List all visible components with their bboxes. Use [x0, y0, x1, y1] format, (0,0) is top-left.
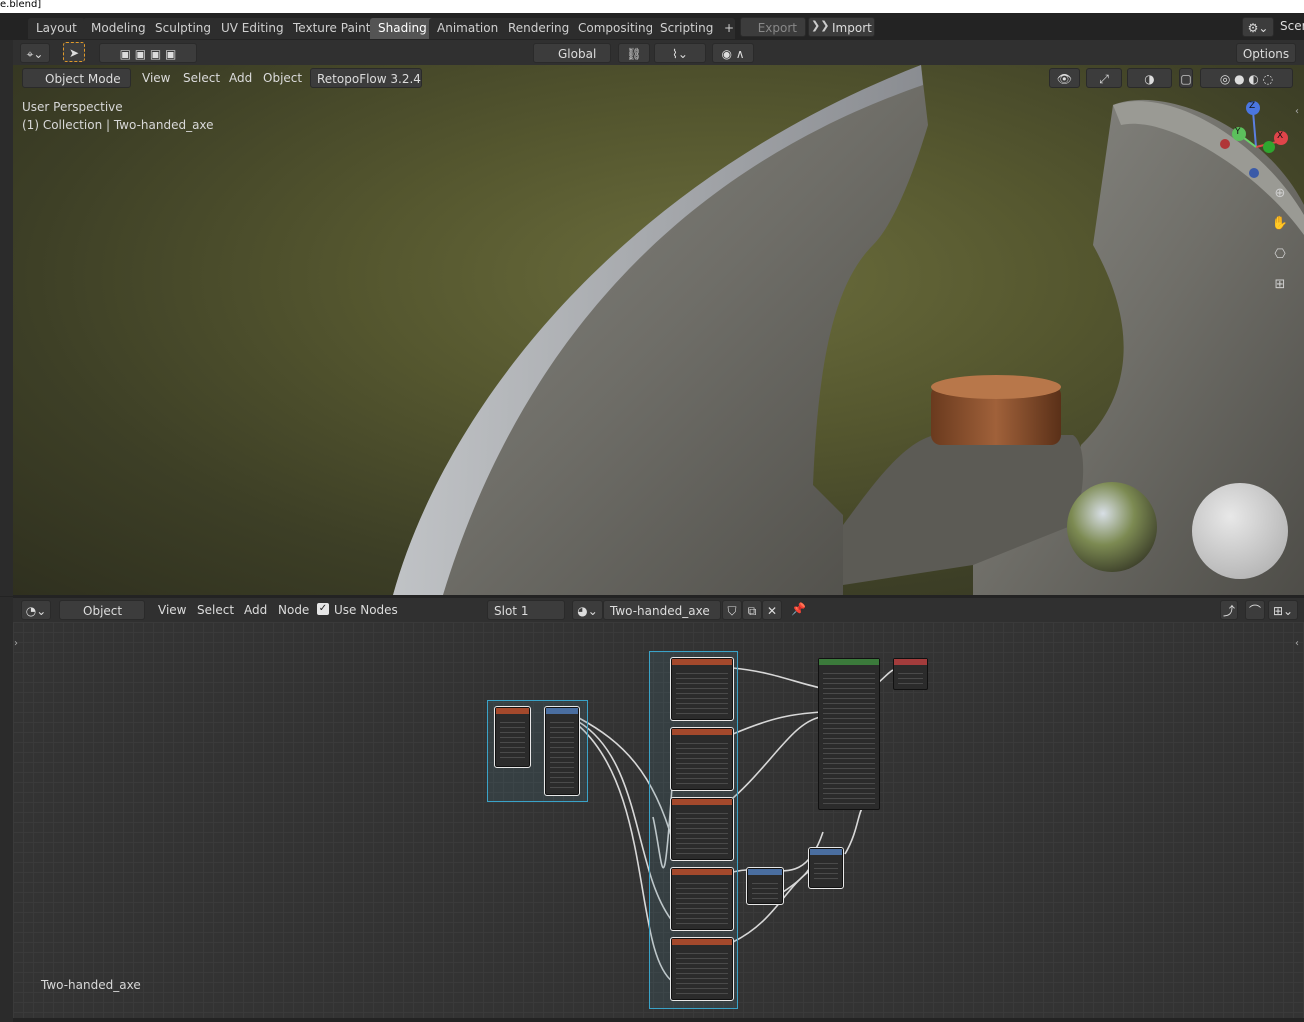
- tab-layout[interactable]: Layout: [28, 18, 85, 39]
- editor-type-icon[interactable]: ⌖⌄: [20, 43, 50, 63]
- shading-mode-icons[interactable]: ◎ ● ◐ ◌: [1200, 68, 1293, 88]
- parent-node-tree-icon[interactable]: ⤴: [1220, 600, 1238, 620]
- orientation-label: Global: [558, 47, 597, 61]
- mode-label: Object Mode: [45, 72, 121, 86]
- duplicate-material-icon[interactable]: ⧉: [742, 600, 762, 620]
- menu-node-node[interactable]: Node: [274, 600, 313, 620]
- image-texture-node-displacement[interactable]: [670, 937, 734, 1001]
- normal-map-node[interactable]: [746, 867, 784, 905]
- gizmo-y-label[interactable]: Y: [1235, 127, 1241, 137]
- window-title: e.blend]: [0, 0, 1304, 13]
- snap-icon[interactable]: ⌇⌄: [654, 43, 706, 63]
- transform-orientation-dropdown[interactable]: Global: [533, 43, 611, 63]
- workspace-bar: Layout Modeling Sculpting UV Editing Tex…: [0, 13, 1304, 40]
- select-tool-icon[interactable]: ➤: [63, 42, 85, 62]
- editor-type-icon[interactable]: ◔⌄: [21, 600, 51, 620]
- tab-sculpting[interactable]: Sculpting: [147, 18, 220, 39]
- overlay-toggle-icon[interactable]: ◑: [1127, 68, 1172, 88]
- xray-icon[interactable]: ▢: [1179, 68, 1193, 88]
- menu-node-select[interactable]: Select: [193, 600, 238, 620]
- image-texture-node-metallic[interactable]: [670, 727, 734, 791]
- node-editor-canvas[interactable]: Two-handed_axe: [13, 622, 1304, 1018]
- left-toolbar-strip: [0, 40, 13, 596]
- gizmo-x-label[interactable]: X: [1277, 131, 1283, 141]
- pin-icon[interactable]: 📌: [791, 602, 806, 616]
- use-nodes-checkbox[interactable]: ✓: [317, 603, 329, 615]
- tab-uv-editing[interactable]: UV Editing: [213, 18, 292, 39]
- tab-scripting[interactable]: Scripting: [652, 18, 722, 39]
- gizmo-z-label[interactable]: Z: [1249, 101, 1255, 111]
- pan-hand-icon[interactable]: ✋: [1269, 216, 1291, 231]
- scene-name[interactable]: Scer: [1280, 19, 1304, 33]
- menu-node-view[interactable]: View: [154, 600, 190, 620]
- left-node-strip: [0, 597, 13, 1022]
- tab-shading[interactable]: Shading: [370, 18, 435, 39]
- image-texture-node-normal[interactable]: [670, 867, 734, 931]
- options-dropdown[interactable]: Options: [1236, 43, 1296, 63]
- export-button[interactable]: Export: [740, 17, 806, 37]
- viewport-tool-header: ⌖⌄ ➤ ▣ ▣ ▣ ▣ Global ⛓ ⌇⌄ ◉ ∧ Options: [13, 40, 1304, 65]
- material-preview-sphere: [1192, 483, 1288, 579]
- node-snap-mode-icon[interactable]: ⊞⌄: [1268, 600, 1298, 620]
- perspective-label: User Perspective: [22, 100, 123, 114]
- tab-compositing[interactable]: Compositing: [570, 18, 662, 39]
- hdri-preview-sphere: [1067, 482, 1157, 572]
- visibility-icon[interactable]: 👁: [1049, 68, 1080, 88]
- zoom-icon[interactable]: ⊕: [1269, 186, 1291, 201]
- texture-coordinate-node[interactable]: [494, 706, 531, 768]
- mode-dropdown[interactable]: Object Mode: [22, 68, 131, 88]
- use-nodes-label: Use Nodes: [334, 603, 398, 617]
- node-toolbar-expand-icon[interactable]: ›: [14, 638, 18, 649]
- camera-icon[interactable]: ⎔: [1269, 247, 1291, 262]
- pivot-point-icon[interactable]: ⛓: [618, 43, 650, 63]
- node-tree-material-name: Two-handed_axe: [41, 978, 141, 992]
- unlink-material-icon[interactable]: ✕: [762, 600, 782, 620]
- 3d-viewport[interactable]: Z Y X User Perspective (1) Collection | …: [13, 65, 1304, 595]
- import-label: Import: [832, 21, 872, 35]
- viewport-header: Object Mode View Select Add Object Retop…: [13, 65, 1304, 91]
- ortho-grid-icon[interactable]: ⊞: [1269, 277, 1291, 292]
- gizmo-toggle-icon[interactable]: ⤢: [1086, 68, 1122, 88]
- node-editor-header: ◔⌄ Object View Select Add Node ✓ Use Nod…: [13, 598, 1304, 622]
- chevron-right-icon: ❯❯: [811, 19, 830, 32]
- tab-texture-paint[interactable]: Texture Paint: [285, 18, 379, 39]
- material-name-field[interactable]: Two-handed_axe: [603, 600, 721, 620]
- menu-view[interactable]: View: [138, 68, 174, 88]
- displacement-node[interactable]: [808, 847, 844, 889]
- image-texture-node-roughness[interactable]: [670, 797, 734, 861]
- menu-add[interactable]: Add: [225, 68, 256, 88]
- node-sidebar-expand-icon[interactable]: ‹: [1295, 638, 1299, 649]
- shader-type-dropdown[interactable]: Object: [59, 600, 145, 620]
- tab-animation[interactable]: Animation: [429, 18, 507, 39]
- principled-bsdf-node[interactable]: [818, 658, 880, 810]
- tab-rendering[interactable]: Rendering: [500, 18, 578, 39]
- sidebar-expand-icon[interactable]: ‹: [1295, 106, 1299, 117]
- menu-node-add[interactable]: Add: [240, 600, 271, 620]
- axe-render: [393, 65, 1304, 595]
- retopoflow-dropdown[interactable]: RetopoFlow 3.2.4: [310, 68, 422, 88]
- add-workspace-icon[interactable]: +: [716, 18, 735, 39]
- tab-modeling[interactable]: Modeling: [83, 18, 154, 39]
- slot-dropdown[interactable]: Slot 1: [487, 600, 565, 620]
- snap-node-icon[interactable]: ⌒: [1245, 600, 1265, 620]
- shader-type-label: Object: [83, 604, 123, 618]
- menu-object[interactable]: Object: [259, 68, 306, 88]
- selection-mode-icons[interactable]: ▣ ▣ ▣ ▣: [99, 43, 197, 63]
- image-texture-node-basecolor[interactable]: [670, 657, 734, 721]
- collection-info: (1) Collection | Two-handed_axe: [22, 118, 214, 132]
- fake-user-shield-icon[interactable]: ⛉: [722, 600, 742, 620]
- menu-select[interactable]: Select: [179, 68, 224, 88]
- proportional-edit-icon[interactable]: ◉ ∧: [712, 43, 754, 63]
- scene-selector-icon[interactable]: ⚙⌄: [1242, 17, 1274, 37]
- material-output-node[interactable]: [893, 658, 928, 690]
- material-browse-icon[interactable]: ◕⌄: [572, 600, 603, 620]
- mapping-node[interactable]: [544, 706, 580, 796]
